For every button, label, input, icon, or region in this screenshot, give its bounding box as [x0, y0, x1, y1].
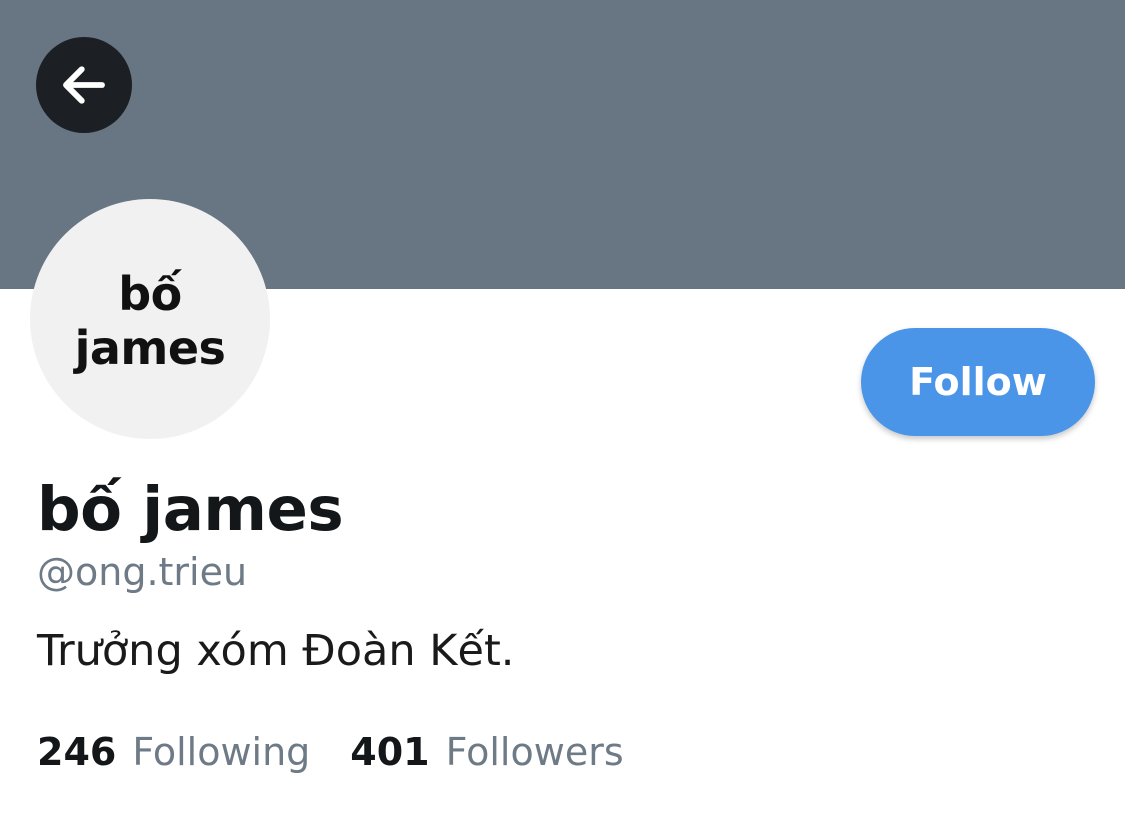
followers-count: 401	[350, 730, 430, 774]
avatar-text-line2: james	[74, 321, 226, 375]
arrow-left-icon	[57, 58, 111, 112]
profile-stats: 246 Following 401 Followers	[37, 726, 624, 778]
back-button[interactable]	[36, 37, 132, 133]
follow-button[interactable]: Follow	[861, 328, 1095, 436]
profile-handle: @ong.trieu	[37, 550, 248, 594]
avatar[interactable]: bố james	[30, 199, 270, 439]
follow-button-label: Follow	[909, 360, 1047, 404]
followers-label: Followers	[445, 730, 624, 774]
followers-stat-link[interactable]: 401 Followers	[350, 726, 623, 778]
following-count: 246	[37, 730, 117, 774]
following-stat-link[interactable]: 246 Following	[37, 726, 310, 778]
avatar-text-line1: bố	[118, 267, 182, 321]
profile-bio: Trưởng xóm Đoàn Kết.	[37, 626, 515, 676]
following-label: Following	[132, 730, 311, 774]
display-name: bố james	[37, 474, 344, 545]
